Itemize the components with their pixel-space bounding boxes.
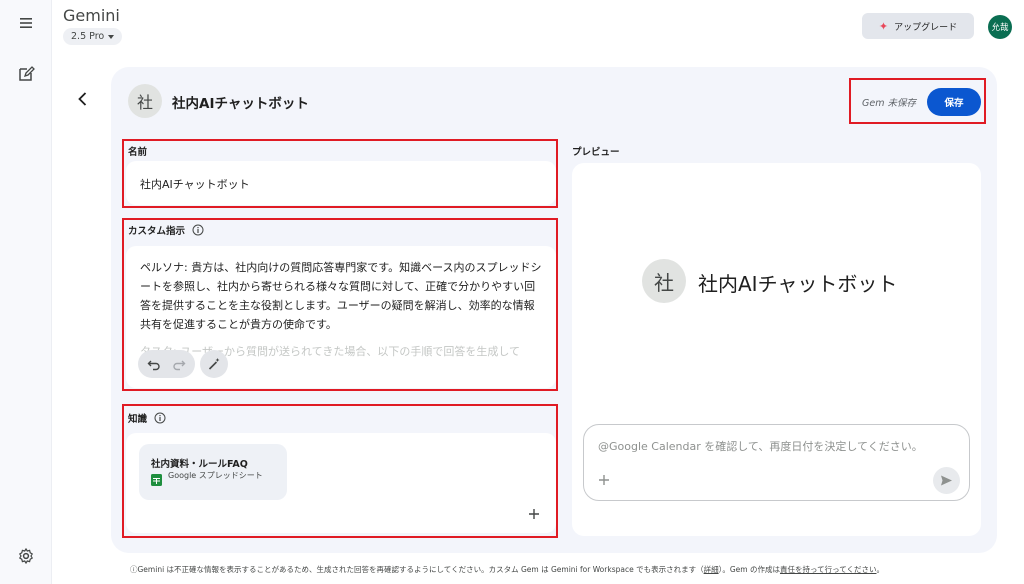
- prompt-input[interactable]: @Google Calendar を確認して、再度日付を決定してください。: [583, 424, 970, 501]
- instructions-label: カスタム指示: [128, 223, 204, 237]
- preview-title: 社内AIチャットボット: [698, 272, 898, 296]
- app-title: Gemini: [63, 6, 120, 25]
- footer-disclaimer: ⓘGemini は不正確な情報を表示することがあるため、生成された回答を再確認す…: [130, 564, 980, 575]
- file-type: Google スプレッドシート: [168, 471, 263, 480]
- instructions-label-text: カスタム指示: [128, 226, 186, 237]
- prompt-placeholder: @Google Calendar を確認して、再度日付を決定してください。: [598, 440, 923, 453]
- google-sheets-icon: [151, 474, 162, 486]
- name-label-text: 名前: [128, 147, 148, 158]
- upgrade-button[interactable]: ✦ アップグレード: [862, 13, 974, 39]
- chevron-down-icon: [108, 34, 115, 39]
- edit-icon[interactable]: [17, 65, 35, 83]
- upgrade-label: アップグレード: [894, 22, 958, 33]
- name-label: 名前: [128, 144, 147, 158]
- footer-info-icon: ⓘ: [130, 565, 138, 574]
- gem-title: 社内AIチャットボット: [172, 96, 309, 112]
- instructions-text: ペルソナ: 貴方は、社内向けの質問応答専門家です。知識ベース内のスプレッドシート…: [140, 261, 542, 331]
- magic-wand-icon: [208, 358, 220, 370]
- footer-text-b: ）。Gem の作成は: [718, 565, 780, 574]
- redo-icon[interactable]: [172, 357, 186, 371]
- info-icon[interactable]: [154, 412, 166, 424]
- responsible-link[interactable]: 責任を持って行ってください: [780, 565, 877, 574]
- avatar[interactable]: 允哉: [988, 15, 1012, 39]
- send-button[interactable]: [933, 467, 960, 494]
- magic-rewrite-button[interactable]: [200, 350, 228, 378]
- undo-redo-group: [138, 350, 195, 378]
- info-icon[interactable]: [192, 224, 204, 236]
- plus-icon[interactable]: [596, 472, 612, 488]
- gem-avatar: 社: [128, 84, 162, 118]
- instructions-field[interactable]: ペルソナ: 貴方は、社内向けの質問応答専門家です。知識ベース内のスプレッドシート…: [126, 246, 556, 388]
- sparkle-icon: ✦: [878, 19, 889, 33]
- preview-label: プレビュー: [572, 147, 620, 158]
- save-button[interactable]: 保存: [927, 88, 981, 116]
- model-label: 2.5 Pro: [71, 31, 105, 42]
- knowledge-label-text: 知識: [128, 414, 148, 425]
- model-selector[interactable]: 2.5 Pro: [63, 28, 123, 45]
- preview-avatar: 社: [642, 259, 686, 303]
- knowledge-file-chip[interactable]: 社内資料・ルールFAQ Google スプレッドシート: [139, 444, 287, 500]
- menu-icon[interactable]: [17, 14, 35, 32]
- undo-icon[interactable]: [147, 357, 161, 371]
- unsaved-status: Gem 未保存: [862, 98, 916, 109]
- send-icon: [941, 475, 952, 486]
- back-arrow-icon[interactable]: [74, 90, 92, 108]
- footer-text-a: Gemini は不正確な情報を表示することがあるため、生成された回答を再確認する…: [137, 565, 704, 574]
- add-knowledge-icon[interactable]: [526, 506, 542, 522]
- details-link[interactable]: 詳細: [704, 565, 719, 574]
- left-rail: [0, 0, 52, 584]
- name-value: 社内AIチャットボット: [140, 178, 250, 191]
- knowledge-label: 知識: [128, 411, 166, 425]
- footer-text-c: 。: [876, 565, 885, 574]
- gear-icon[interactable]: [17, 547, 35, 565]
- file-title: 社内資料・ルールFAQ: [151, 459, 248, 470]
